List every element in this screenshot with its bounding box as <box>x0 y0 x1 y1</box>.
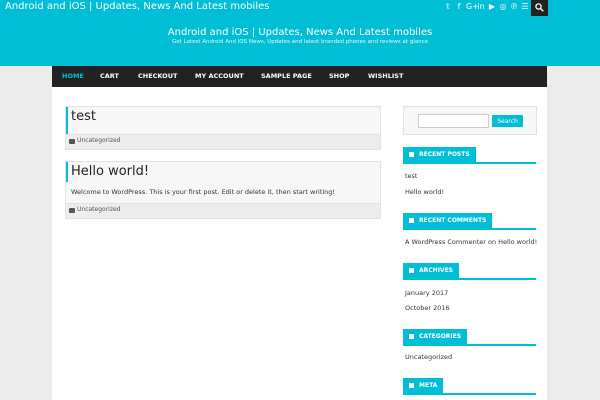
post-meta: Uncategorized <box>66 134 380 149</box>
pinterest-icon[interactable]: ℗ <box>510 1 518 13</box>
post-category-link[interactable]: Uncategorized <box>77 206 120 213</box>
nav-checkout[interactable]: CHECKOUT <box>138 66 177 87</box>
widget-heading-recent-posts: RECENT POSTS <box>403 147 536 164</box>
nav-my-account[interactable]: MY ACCOUNT <box>195 66 244 87</box>
search-input[interactable] <box>418 114 489 128</box>
archives-icon <box>409 268 414 273</box>
post-category-link[interactable]: Uncategorized <box>77 137 120 144</box>
widget-heading-categories: CATEGORIES <box>403 329 536 346</box>
instagram-icon[interactable]: ◎ <box>499 1 507 13</box>
post-card: Hello world! Welcome to WordPress. This … <box>65 161 381 219</box>
site-title[interactable]: Android and iOS | Updates, News And Late… <box>0 27 600 38</box>
widget-title: RECENT COMMENTS <box>419 217 487 224</box>
nav-cart[interactable]: CART <box>100 66 119 87</box>
search-button[interactable]: Search <box>492 115 523 127</box>
site-tagline: Get Latest Android And iOS News, Updates… <box>171 39 429 45</box>
google-plus-icon[interactable]: G+ <box>466 1 479 13</box>
widget-link[interactable]: October 2016 <box>405 304 450 312</box>
post-title[interactable]: test <box>71 109 96 124</box>
twitter-icon[interactable]: 𝕥 <box>444 1 452 13</box>
post-accent-bar <box>66 162 68 182</box>
widget-heading-meta: META <box>403 378 536 395</box>
post-accent-bar <box>66 107 68 134</box>
site-header: Android and iOS | Updates, News And Late… <box>0 16 600 66</box>
main-nav: HOME CART CHECKOUT MY ACCOUNT SAMPLE PAG… <box>52 66 547 87</box>
content-area: test Uncategorized Hello world! Welcome … <box>52 87 547 400</box>
linkedin-icon[interactable]: in <box>477 1 485 13</box>
facebook-icon[interactable]: f <box>455 1 463 13</box>
youtube-icon[interactable]: ▶ <box>488 1 496 13</box>
folder-icon <box>69 208 75 213</box>
widget-link[interactable]: test <box>405 172 417 180</box>
post-title[interactable]: Hello world! <box>71 164 149 179</box>
widget-link[interactable]: Uncategorized <box>405 353 452 361</box>
search-icon <box>535 3 544 12</box>
folder-icon <box>69 139 75 144</box>
nav-shop[interactable]: SHOP <box>329 66 349 87</box>
meta-icon <box>409 383 414 388</box>
comments-icon <box>409 218 414 223</box>
nav-wishlist[interactable]: WISHLIST <box>368 66 403 87</box>
widget-title: ARCHIVES <box>419 267 453 274</box>
top-bar: Android and iOS | Updates, News And Late… <box>0 0 600 16</box>
widget-link[interactable]: Hello world! <box>405 188 444 196</box>
nav-sample-page[interactable]: SAMPLE PAGE <box>261 66 312 87</box>
nav-home[interactable]: HOME <box>62 66 84 87</box>
widget-title: CATEGORIES <box>419 333 462 340</box>
widget-heading-archives: ARCHIVES <box>403 263 536 280</box>
top-search-button[interactable] <box>531 0 548 16</box>
widget-heading-recent-comments: RECENT COMMENTS <box>403 213 536 230</box>
social-icons: 𝕥 f G+ in ▶ ◎ ℗ ☰ <box>444 1 529 13</box>
widget-title: META <box>419 382 438 389</box>
widget-link[interactable]: A WordPress Commenter on Hello world! <box>405 238 537 246</box>
categories-icon <box>409 334 414 339</box>
recent-posts-icon <box>409 152 414 157</box>
widget-link[interactable]: January 2017 <box>405 289 448 297</box>
top-site-title[interactable]: Android and iOS | Updates, News And Late… <box>5 1 269 12</box>
post-meta: Uncategorized <box>66 203 380 218</box>
post-excerpt: Welcome to WordPress. This is your first… <box>71 188 336 196</box>
rss-icon[interactable]: ☰ <box>521 1 529 13</box>
search-widget: Search <box>403 106 537 135</box>
widget-title: RECENT POSTS <box>419 151 470 158</box>
post-card: test Uncategorized <box>65 106 381 150</box>
